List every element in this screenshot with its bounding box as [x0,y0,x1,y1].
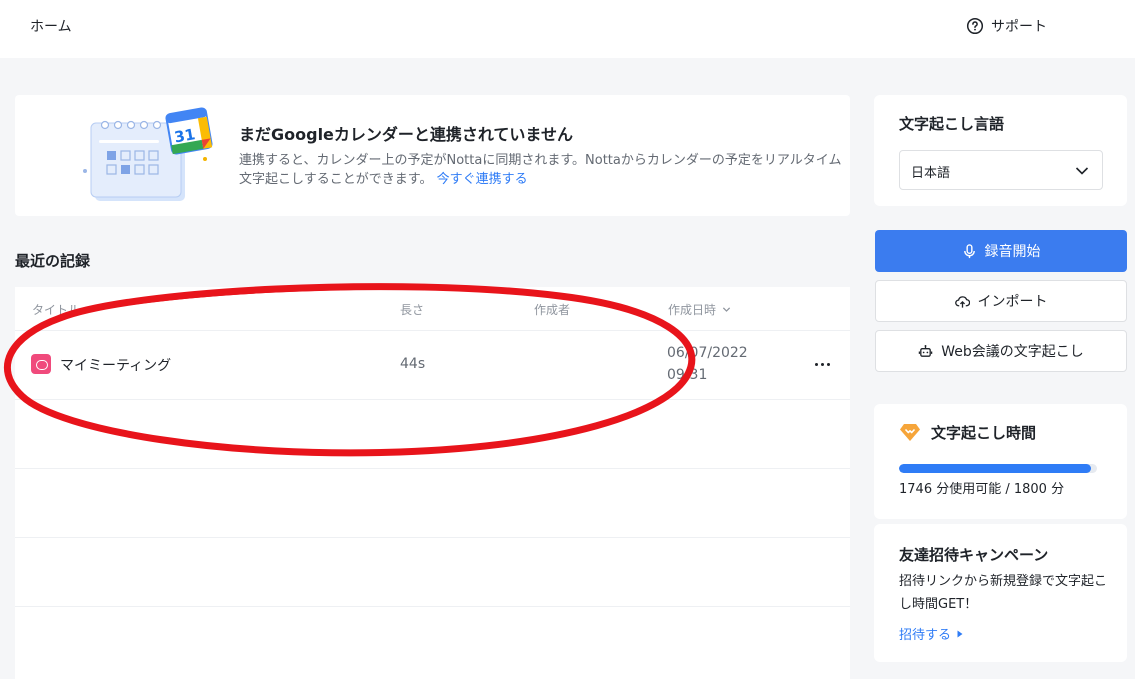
top-bar: ホーム サポート [0,0,1135,58]
more-dots-icon[interactable] [813,357,833,373]
support-link[interactable]: サポート [966,16,1047,36]
svg-text:31: 31 [173,125,197,146]
table-row[interactable]: マイミーティング 44s 06/07/2022 09:31 [15,331,850,400]
import-label: インポート [977,294,1048,310]
question-circle-icon [966,17,984,35]
invite-title: 友達招待キャンペーン [899,546,1049,564]
column-header-author: 作成者 [534,303,571,317]
banner-description: 連携すると、カレンダー上の予定がNottaに同期されます。Nottaからカレンダ… [239,151,844,189]
record-date: 06/07/2022 09:31 [667,342,757,386]
google-calendar-icon: 31 [83,107,213,201]
record-title[interactable]: マイミーティング [60,355,171,375]
table-row [15,607,850,676]
records-table: タイトル 長さ 作成者 作成日時 マイミーティング 44s 06/07/2022… [15,287,850,679]
banner-title: まだGoogleカレンダーと連携されていません [239,125,573,144]
table-row [15,400,850,469]
banner-description-text: 連携すると、カレンダー上の予定がNottaに同期されます。Nottaからカレンダ… [239,153,842,187]
column-header-length: 長さ [400,303,425,317]
chevron-down-icon [1075,167,1089,175]
language-select[interactable]: 日本語 [899,150,1103,190]
record-date-day: 06/07/2022 [667,345,748,361]
diamond-icon [900,424,920,441]
transcription-time-title: 文字起こし時間 [899,421,1036,443]
time-usage-progress [899,464,1097,473]
start-recording-button[interactable]: 録音開始 [875,230,1127,272]
table-row [15,469,850,538]
table-row [15,538,850,607]
table-header: タイトル 長さ 作成者 作成日時 [15,287,850,331]
column-header-date[interactable]: 作成日時 [668,301,731,318]
invite-link[interactable]: 招待する [899,624,963,643]
column-header-date-label: 作成日時 [668,303,717,317]
home-breadcrumb[interactable]: ホーム [30,16,72,36]
cloud-upload-icon [954,295,970,308]
invite-link-label: 招待する [899,628,952,643]
support-label: サポート [991,19,1047,35]
import-button[interactable]: インポート [875,280,1127,322]
time-usage-text: 1746 分使用可能 / 1800 分 [899,482,1065,497]
transcription-time-card: 文字起こし時間 1746 分使用可能 / 1800 分 [874,404,1127,519]
invite-campaign-card: 友達招待キャンペーン 招待リンクから新規登録で文字起こし時間GET！ 招待する [874,524,1127,662]
language-selected-value: 日本語 [911,166,951,181]
chevron-down-icon [722,307,731,312]
recent-records-title: 最近の記録 [15,252,91,270]
caret-right-icon [957,630,963,637]
calendar-connect-banner: 31 まだGoogleカレンダーと連携されていません 連携すると、カレンダー上の… [15,95,850,216]
time-usage-progress-fill [899,464,1092,473]
column-header-title[interactable]: タイトル [32,301,80,318]
recording-icon [31,354,51,374]
record-length: 44s [400,356,426,372]
web-meeting-transcription-button[interactable]: Web会議の文字起こし [875,330,1127,372]
web-meeting-label: Web会議の文字起こし [941,344,1084,360]
start-recording-label: 録音開始 [984,244,1041,260]
record-date-time: 09:31 [667,367,708,383]
connect-now-link[interactable]: 今すぐ連携する [437,172,528,187]
invite-description: 招待リンクから新規登録で文字起こし時間GET！ [899,574,1108,612]
transcription-time-label: 文字起こし時間 [931,423,1037,442]
robot-icon [918,344,933,357]
microphone-icon [963,243,975,258]
language-title: 文字起こし言語 [899,115,1005,133]
language-card: 文字起こし言語 日本語 [874,95,1127,206]
